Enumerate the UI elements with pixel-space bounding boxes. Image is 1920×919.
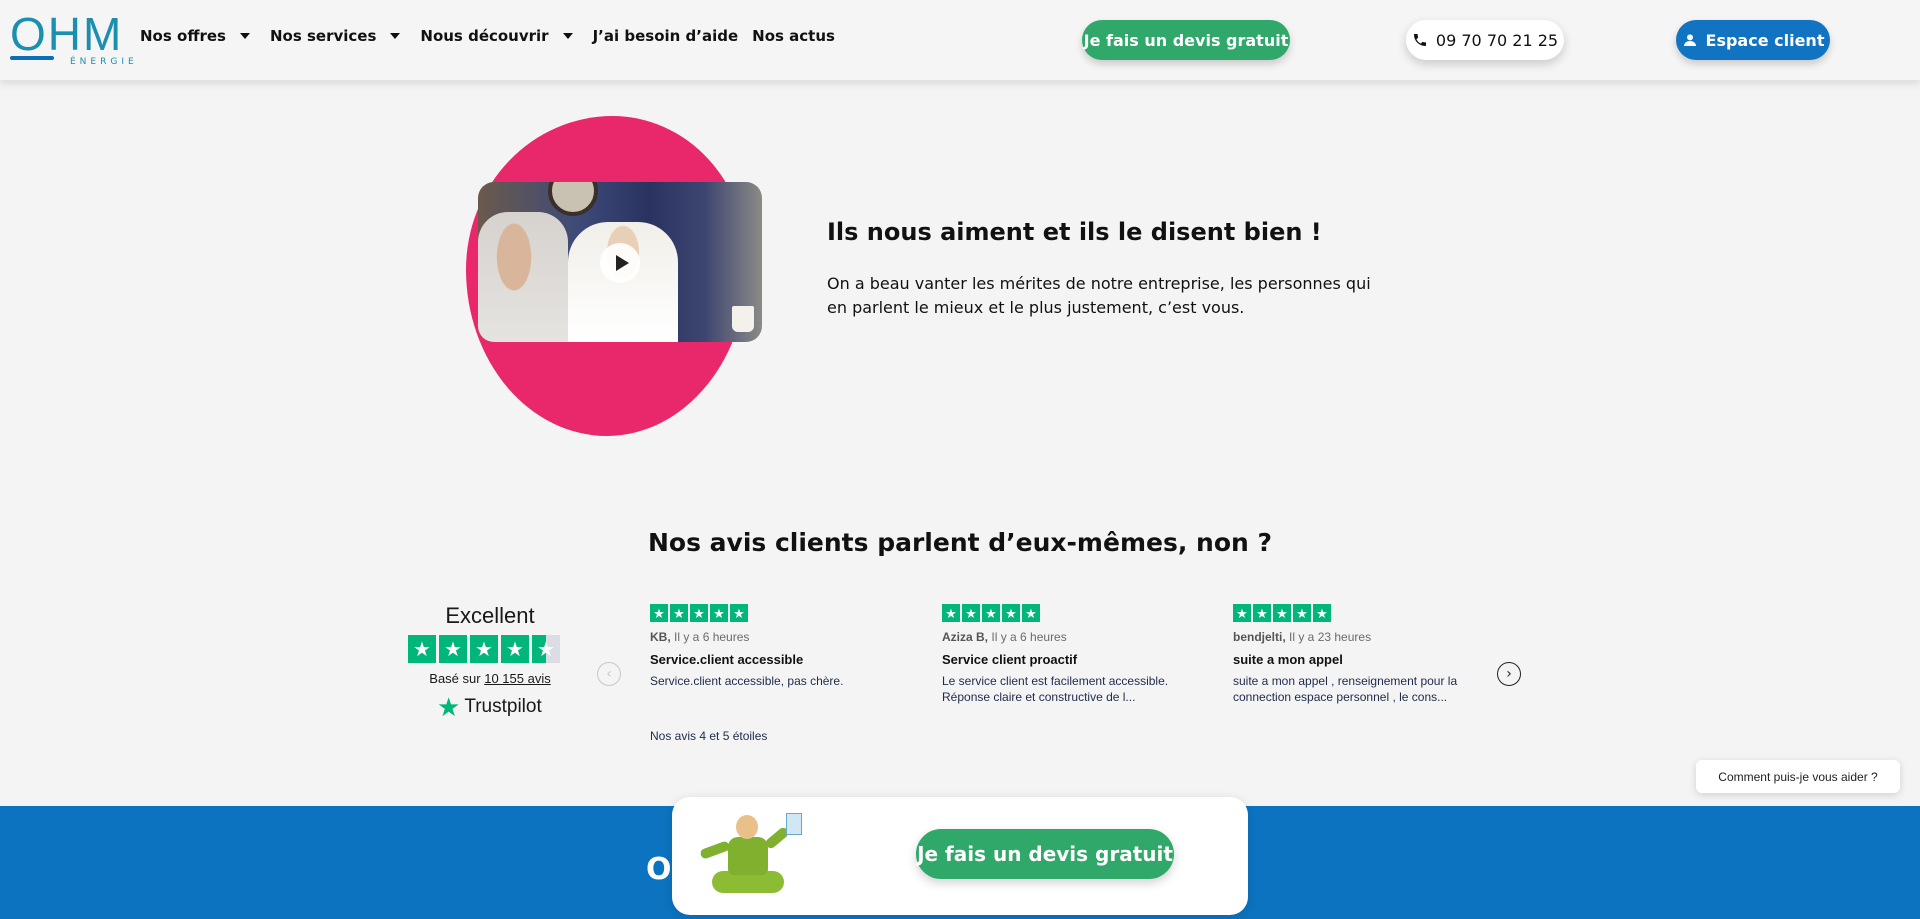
star-icon: ★ (501, 635, 529, 663)
half-star-icon: ★ (532, 635, 560, 663)
trustpilot-based-on: Basé sur 10 155 avis (400, 671, 580, 686)
star-icon: ★ (962, 604, 980, 622)
review-time: Il y a 6 heures (674, 630, 750, 644)
reviews-section-title: Nos avis clients parlent d’eux-mêmes, no… (647, 528, 1273, 557)
star-icon: ★ (730, 604, 748, 622)
reviews-filter-note: Nos avis 4 et 5 étoiles (650, 729, 768, 743)
espace-client-button[interactable]: Espace client (1676, 20, 1830, 60)
review-author: KB, (650, 630, 671, 644)
review-body: Le service client est facilement accessi… (942, 674, 1169, 704)
review-card[interactable]: ★ ★ ★ ★ ★ Aziza B, Il y a 6 heures Service c… (942, 604, 1192, 705)
banner-devis-button[interactable]: Je fais un devis gratuit (916, 829, 1174, 879)
review-title: Service client proactif (942, 652, 1078, 667)
trustpilot-rating-word: Excellent (445, 603, 535, 628)
star-icon: ★ (690, 604, 708, 622)
nav-label: Nos services (269, 27, 377, 45)
star-icon: ★ (942, 604, 960, 622)
reviews-count-link[interactable]: 10 155 avis (484, 671, 551, 686)
nav-item-nos-services[interactable]: Nos services (270, 27, 406, 45)
review-title: suite a mon appel (1233, 652, 1343, 667)
star-icon: ★ (670, 604, 688, 622)
header-devis-button[interactable]: Je fais un devis gratuit (1082, 20, 1290, 60)
main-nav: Nos offres Nos services Nous découvrir J… (140, 27, 849, 45)
star-icon: ★ (1002, 604, 1020, 622)
star-icon: ★ (470, 635, 498, 663)
nav-item-nous-decouvrir[interactable]: Nous découvrir (420, 27, 578, 45)
phone-button[interactable]: 09 70 70 21 25 (1406, 20, 1564, 60)
chat-help-bubble[interactable]: Comment puis-je vous aider ? (1696, 760, 1900, 793)
review-meta: Aziza B, Il y a 6 heures (942, 630, 1192, 644)
review-meta: bendjelti, Il y a 23 heures (1233, 630, 1483, 644)
star-icon: ★ (982, 604, 1000, 622)
chevron-down-icon (239, 33, 250, 39)
review-stars: ★ ★ ★ ★ ★ (942, 604, 1192, 622)
chevron-left-icon: ‹ (606, 666, 612, 682)
review-author: Aziza B, (942, 630, 989, 644)
review-meta: KB, Il y a 6 heures (650, 630, 900, 644)
sticky-devis-banner: Je fais un devis gratuit (672, 797, 1248, 915)
nav-item-nos-offres[interactable]: Nos offres (140, 27, 256, 45)
review-author: bendjelti, (1233, 630, 1286, 644)
carousel-prev-button[interactable]: ‹ (597, 662, 621, 686)
play-icon[interactable] (600, 243, 640, 283)
phone-icon (1413, 34, 1426, 46)
video-thumbnail-cup (732, 306, 754, 332)
video-thumbnail-clock (548, 182, 598, 216)
ohm-energie-logo[interactable]: OHM ÉNERGIE (10, 8, 134, 68)
trustpilot-logo[interactable]: ★ Trustpilot (437, 694, 542, 720)
star-icon: ★ (1313, 604, 1331, 622)
star-icon: ★ (1233, 604, 1251, 622)
video-thumbnail-person (478, 212, 568, 342)
star-icon: ★ (408, 635, 436, 663)
nav-label: Nos actus (752, 27, 835, 45)
meditating-mascot-illustration (698, 809, 818, 905)
review-stars: ★ ★ ★ ★ ★ (650, 604, 900, 622)
review-card[interactable]: ★ ★ ★ ★ ★ KB, Il y a 6 heures Service.client… (650, 604, 900, 689)
based-prefix: Basé sur (429, 671, 481, 686)
star-icon: ★ (1293, 604, 1311, 622)
nav-item-nos-actus[interactable]: Nos actus (752, 27, 835, 45)
trustpilot-stars: ★ ★ ★ ★ ★ (408, 635, 560, 663)
chevron-down-icon (562, 33, 573, 39)
review-time: Il y a 23 heures (1289, 630, 1372, 644)
review-card[interactable]: ★ ★ ★ ★ ★ bendjelti, Il y a 23 heures suite … (1233, 604, 1483, 705)
testimonial-video[interactable] (478, 182, 762, 342)
review-time: Il y a 6 heures (991, 630, 1067, 644)
nav-label: J’ai besoin d’aide (592, 27, 739, 45)
phone-number: 09 70 70 21 25 (1435, 30, 1559, 50)
trustpilot-brand: Trustpilot (464, 696, 542, 717)
carousel-next-button[interactable]: › (1497, 662, 1521, 686)
hero-title: Ils nous aiment et ils le disent bien ! (827, 218, 1322, 246)
star-icon: ★ (1273, 604, 1291, 622)
chevron-down-icon (390, 33, 401, 39)
logo-underline (10, 56, 54, 60)
review-title: Service.client accessible (650, 652, 804, 667)
review-body: Service.client accessible, pas chère. (650, 674, 844, 688)
trustpilot-star-icon: ★ (437, 692, 461, 722)
star-icon: ★ (1253, 604, 1271, 622)
review-body: suite a mon appel , renseignement pour l… (1233, 674, 1458, 704)
espace-client-label: Espace client (1705, 30, 1825, 50)
star-icon: ★ (1022, 604, 1040, 622)
logo-text: OHM (10, 8, 124, 60)
star-icon: ★ (710, 604, 728, 622)
nav-item-besoin-aide[interactable]: J’ai besoin d’aide (593, 27, 739, 45)
site-header: OHM ÉNERGIE Nos offres Nos services Nous… (0, 0, 1920, 80)
star-icon: ★ (439, 635, 467, 663)
star-icon: ★ (650, 604, 668, 622)
logo-subtitle: ÉNERGIE (70, 57, 138, 67)
user-icon (1683, 34, 1696, 46)
nav-label: Nous découvrir (420, 27, 549, 45)
hero-text: On a beau vanter les mérites de notre en… (827, 274, 1371, 317)
chevron-right-icon: › (1506, 666, 1512, 682)
nav-label: Nos offres (140, 27, 226, 45)
review-stars: ★ ★ ★ ★ ★ (1233, 604, 1483, 622)
band-text-left: O (646, 852, 672, 887)
